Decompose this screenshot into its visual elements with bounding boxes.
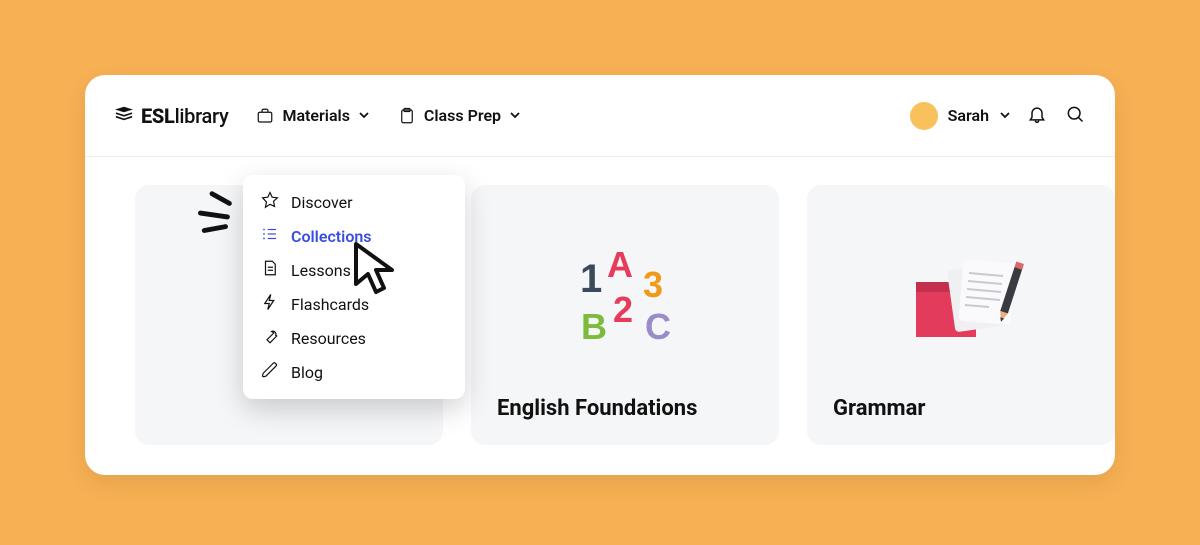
avatar	[910, 102, 938, 130]
chevron-down-icon	[358, 106, 370, 125]
card-grammar[interactable]: Grammar	[807, 185, 1115, 445]
nav-class-prep-label: Class Prep	[424, 106, 501, 125]
document-icon	[261, 259, 279, 281]
dropdown-label: Discover	[291, 193, 353, 212]
dropdown-item-blog[interactable]: Blog	[243, 355, 465, 389]
search-button[interactable]	[1063, 104, 1087, 128]
clipboard-icon	[398, 107, 416, 125]
chevron-down-icon	[999, 106, 1011, 125]
card-title: Grammar	[833, 396, 1089, 421]
dropdown-label: Blog	[291, 363, 323, 382]
svg-text:A: A	[607, 244, 633, 285]
chevron-down-icon	[509, 106, 521, 125]
dropdown-label: Lessons	[291, 261, 351, 280]
card-art	[833, 209, 1089, 384]
user-name: Sarah	[948, 106, 989, 125]
svg-text:1: 1	[580, 257, 602, 301]
search-icon	[1065, 104, 1085, 128]
app-window: ESLlibrary Materials Class Prep	[85, 75, 1115, 475]
logo[interactable]: ESLlibrary	[113, 104, 228, 128]
dropdown-item-resources[interactable]: Resources	[243, 321, 465, 355]
svg-text:2: 2	[613, 289, 633, 330]
star-icon	[261, 191, 279, 213]
nav-materials-label: Materials	[282, 106, 349, 125]
user-area: Sarah	[910, 102, 1087, 130]
svg-text:3: 3	[643, 264, 663, 305]
topbar: ESLlibrary Materials Class Prep	[85, 75, 1115, 157]
emphasis-lines-icon	[183, 185, 241, 249]
logo-text-light: library	[175, 104, 229, 128]
wrench-icon	[261, 327, 279, 349]
card-english-foundations[interactable]: 1 A 3 2 B C English Foundations	[471, 185, 779, 445]
bell-icon	[1027, 104, 1047, 128]
user-menu[interactable]: Sarah	[910, 102, 1011, 130]
dropdown-label: Resources	[291, 329, 366, 348]
dropdown-item-discover[interactable]: Discover	[243, 185, 465, 219]
card-title: English Foundations	[497, 396, 753, 421]
lightning-icon	[261, 293, 279, 315]
notifications-button[interactable]	[1025, 104, 1049, 128]
briefcase-icon	[256, 107, 274, 125]
books-icon	[113, 104, 135, 128]
svg-text:C: C	[645, 306, 671, 347]
list-icon	[261, 225, 279, 247]
logo-text-bold: ESL	[141, 104, 175, 128]
pencil-icon	[261, 361, 279, 383]
svg-text:B: B	[581, 306, 607, 347]
nav-materials[interactable]: Materials	[256, 106, 369, 125]
nav-class-prep[interactable]: Class Prep	[398, 106, 521, 125]
card-art: 1 A 3 2 B C	[497, 209, 753, 384]
cursor-icon	[350, 240, 402, 304]
